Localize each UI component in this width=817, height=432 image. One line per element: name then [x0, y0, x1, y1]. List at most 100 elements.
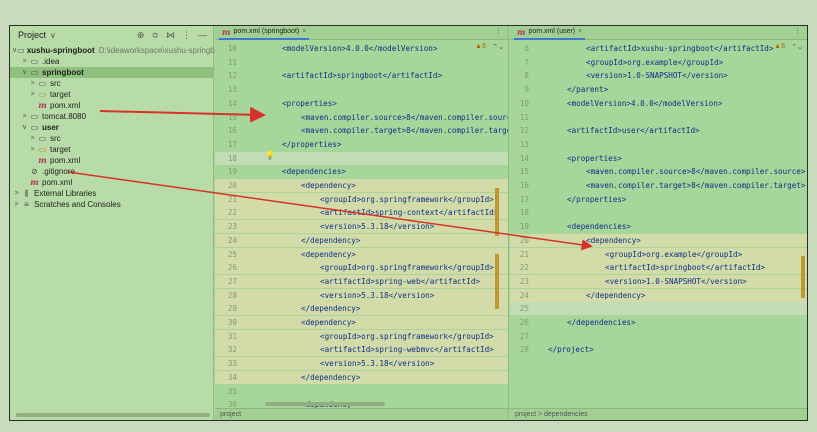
code-line[interactable]: 6 <artifactId>xushu-springboot</artifactI…: [510, 42, 807, 55]
project-title[interactable]: Project: [18, 30, 46, 40]
tree-item-label: src: [50, 79, 61, 88]
chevron-right-icon[interactable]: >: [20, 56, 29, 67]
code-line[interactable]: 19 <dependencies>: [215, 165, 508, 178]
code-line[interactable]: 26 <groupId>org.springframework</groupId>: [215, 261, 508, 275]
chevron-down-icon[interactable]: ∨: [50, 31, 56, 40]
code-line[interactable]: 17 </properties>: [510, 193, 807, 206]
horizontal-scrollbar[interactable]: [265, 402, 385, 406]
tree-item-external-libraries[interactable]: > ⫼ External Libraries: [10, 188, 214, 199]
chevron-right-icon[interactable]: >: [12, 199, 21, 210]
tree-item-src[interactable]: > ▭ src: [10, 78, 214, 89]
code-text: <maven.compiler.target>8</maven.compiler…: [301, 126, 509, 136]
ignore-icon: ⊘: [31, 167, 38, 176]
code-line[interactable]: 14 <properties>: [510, 152, 807, 165]
code-line[interactable]: 22 <artifactId>spring-context</artifactId…: [215, 206, 508, 220]
more-icon[interactable]: ⋮: [495, 27, 502, 35]
close-icon[interactable]: ×: [302, 28, 306, 35]
tree-item-tomcat-8080[interactable]: > ▭ tomcat.8080: [10, 111, 214, 122]
code-line[interactable]: 28 </project>: [510, 343, 807, 356]
code-line[interactable]: 11: [215, 56, 508, 69]
code-line[interactable]: 15 <maven.compiler.source>8</maven.compil…: [215, 111, 508, 124]
code-line[interactable]: 16 <maven.compiler.target>8</maven.compil…: [215, 124, 508, 137]
code-line[interactable]: 33 <version>5.3.18</version>: [215, 357, 508, 371]
tab-pom-user[interactable]: m pom.xml (user) ×: [514, 26, 586, 40]
code-line[interactable]: 24 </dependency>: [215, 233, 508, 247]
code-line[interactable]: 26 </dependencies>: [510, 316, 807, 329]
tree-item--gitignore[interactable]: ⊘ .gitignore: [10, 166, 214, 177]
tree-item-src[interactable]: > ▭ src: [10, 133, 214, 144]
code-line[interactable]: 19 <dependencies>: [510, 220, 807, 233]
tree-item-pom-xml[interactable]: m pom.xml: [10, 100, 214, 111]
tree-item-target[interactable]: > ▭ target: [10, 89, 214, 100]
tree-item-scratches-and-consoles[interactable]: > ≡ Scratches and Consoles: [10, 199, 214, 210]
tree-item-pom-xml[interactable]: m pom.xml: [10, 155, 214, 166]
project-scrollbar[interactable]: [16, 413, 210, 417]
options-icon[interactable]: ⋮: [182, 30, 191, 41]
chevron-right-icon[interactable]: >: [28, 144, 37, 155]
code-line[interactable]: 20 <dependency>: [510, 233, 807, 247]
locate-icon[interactable]: ⊕: [137, 30, 145, 41]
line-number: 20: [227, 181, 237, 190]
chevron-right-icon[interactable]: >: [28, 133, 37, 144]
chevron-right-icon[interactable]: >: [28, 78, 37, 89]
code-line[interactable]: 25 <dependency>: [215, 247, 508, 261]
code-line[interactable]: 29 </dependency>: [215, 302, 508, 316]
code-line[interactable]: 13: [215, 83, 508, 96]
lightbulb-icon[interactable]: 💡: [265, 151, 275, 160]
code-line[interactable]: 25: [510, 302, 807, 316]
tree-item--idea[interactable]: > ▭ .idea: [10, 56, 214, 67]
chevron-right-icon[interactable]: >: [12, 188, 21, 199]
code-line[interactable]: 7 <groupId>org.example</groupId>: [510, 56, 807, 69]
code-line[interactable]: 9 </parent>: [510, 83, 807, 96]
code-text: <version>1.0-SNAPSHOT</version>: [605, 276, 747, 286]
code-line[interactable]: 18: [510, 206, 807, 219]
breadcrumb[interactable]: project > dependencies: [510, 408, 807, 420]
hide-icon[interactable]: —: [198, 30, 207, 41]
code-line[interactable]: 17 </properties>: [215, 138, 508, 151]
tree-item-springboot[interactable]: ∨ ▭ springboot: [10, 67, 214, 78]
breadcrumb[interactable]: project: [215, 408, 508, 420]
code-line[interactable]: 31 <groupId>org.springframework</groupId>: [215, 329, 508, 343]
chevron-down-icon[interactable]: ∨: [20, 122, 29, 133]
code-line[interactable]: 12 <artifactId>springboot</artifactId>: [215, 69, 508, 82]
code-line[interactable]: 20 <dependency>: [215, 179, 508, 192]
expand-icon[interactable]: ≎: [151, 30, 159, 41]
close-icon[interactable]: ×: [578, 28, 582, 35]
code-line[interactable]: 34 </dependency>: [215, 370, 508, 384]
code-line[interactable]: 13: [510, 138, 807, 151]
code-line[interactable]: 8 <version>1.0-SNAPSHOT</version>: [510, 69, 807, 82]
code-line[interactable]: 28 <version>5.3.18</version>: [215, 288, 508, 302]
code-line[interactable]: 10 <modelVersion>4.0.0</modelVersion>: [215, 42, 508, 55]
tree-item-target[interactable]: > ▭ target: [10, 144, 214, 155]
tree-item-user[interactable]: ∨ ▭ user: [10, 122, 214, 133]
code-line[interactable]: 23 <version>5.3.18</version>: [215, 220, 508, 234]
code-line[interactable]: 30 <dependency>: [215, 316, 508, 329]
code-line[interactable]: 27: [510, 330, 807, 343]
code-line[interactable]: 23 <version>1.0-SNAPSHOT</version>: [510, 274, 807, 288]
tree-item-xushu-springboot[interactable]: ∨ ▭ xushu-springboot D:\ideaworkspace\xushu…: [10, 45, 226, 56]
code-line[interactable]: 15 <maven.compiler.source>8</maven.compil…: [510, 165, 807, 178]
code-line[interactable]: 21 <groupId>org.springframework</groupId>: [215, 192, 508, 206]
code-line[interactable]: 16 <maven.compiler.target>8</maven.compil…: [510, 179, 807, 192]
code-line[interactable]: 12 <artifactId>user</artifactId>: [510, 124, 807, 137]
code-line[interactable]: 27 <artifactId>spring-web</artifactId>: [215, 274, 508, 288]
code-line[interactable]: 21 <groupId>org.example</groupId>: [510, 247, 807, 261]
code-line[interactable]: 11: [510, 111, 807, 124]
tree-item-label: target: [50, 90, 71, 99]
tree-item-label: pom.xml: [42, 178, 73, 187]
code-line[interactable]: 18: [215, 151, 508, 165]
code-line[interactable]: 35: [215, 385, 508, 398]
collapse-icon[interactable]: ⋈: [166, 30, 175, 41]
code-line[interactable]: 10 <modelVersion>4.0.0</modelVersion>: [510, 97, 807, 110]
code-line[interactable]: 22 <artifactId>springboot</artifactId>: [510, 261, 807, 275]
tab-pom-springboot[interactable]: m pom.xml (springboot) ×: [219, 26, 310, 40]
chevron-down-icon[interactable]: ∨: [20, 67, 29, 78]
code-line[interactable]: 24 </dependency>: [510, 288, 807, 302]
chevron-right-icon[interactable]: >: [20, 111, 29, 122]
code-line[interactable]: 14 <properties>: [215, 97, 508, 110]
tree-item-pom-xml[interactable]: m pom.xml: [10, 177, 214, 188]
chevron-right-icon[interactable]: >: [28, 89, 37, 100]
code-line[interactable]: 32 <artifactId>spring-webmvc</artifactId>: [215, 343, 508, 357]
more-icon[interactable]: ⋮: [794, 27, 801, 35]
folder-icon: ▭: [30, 123, 39, 132]
